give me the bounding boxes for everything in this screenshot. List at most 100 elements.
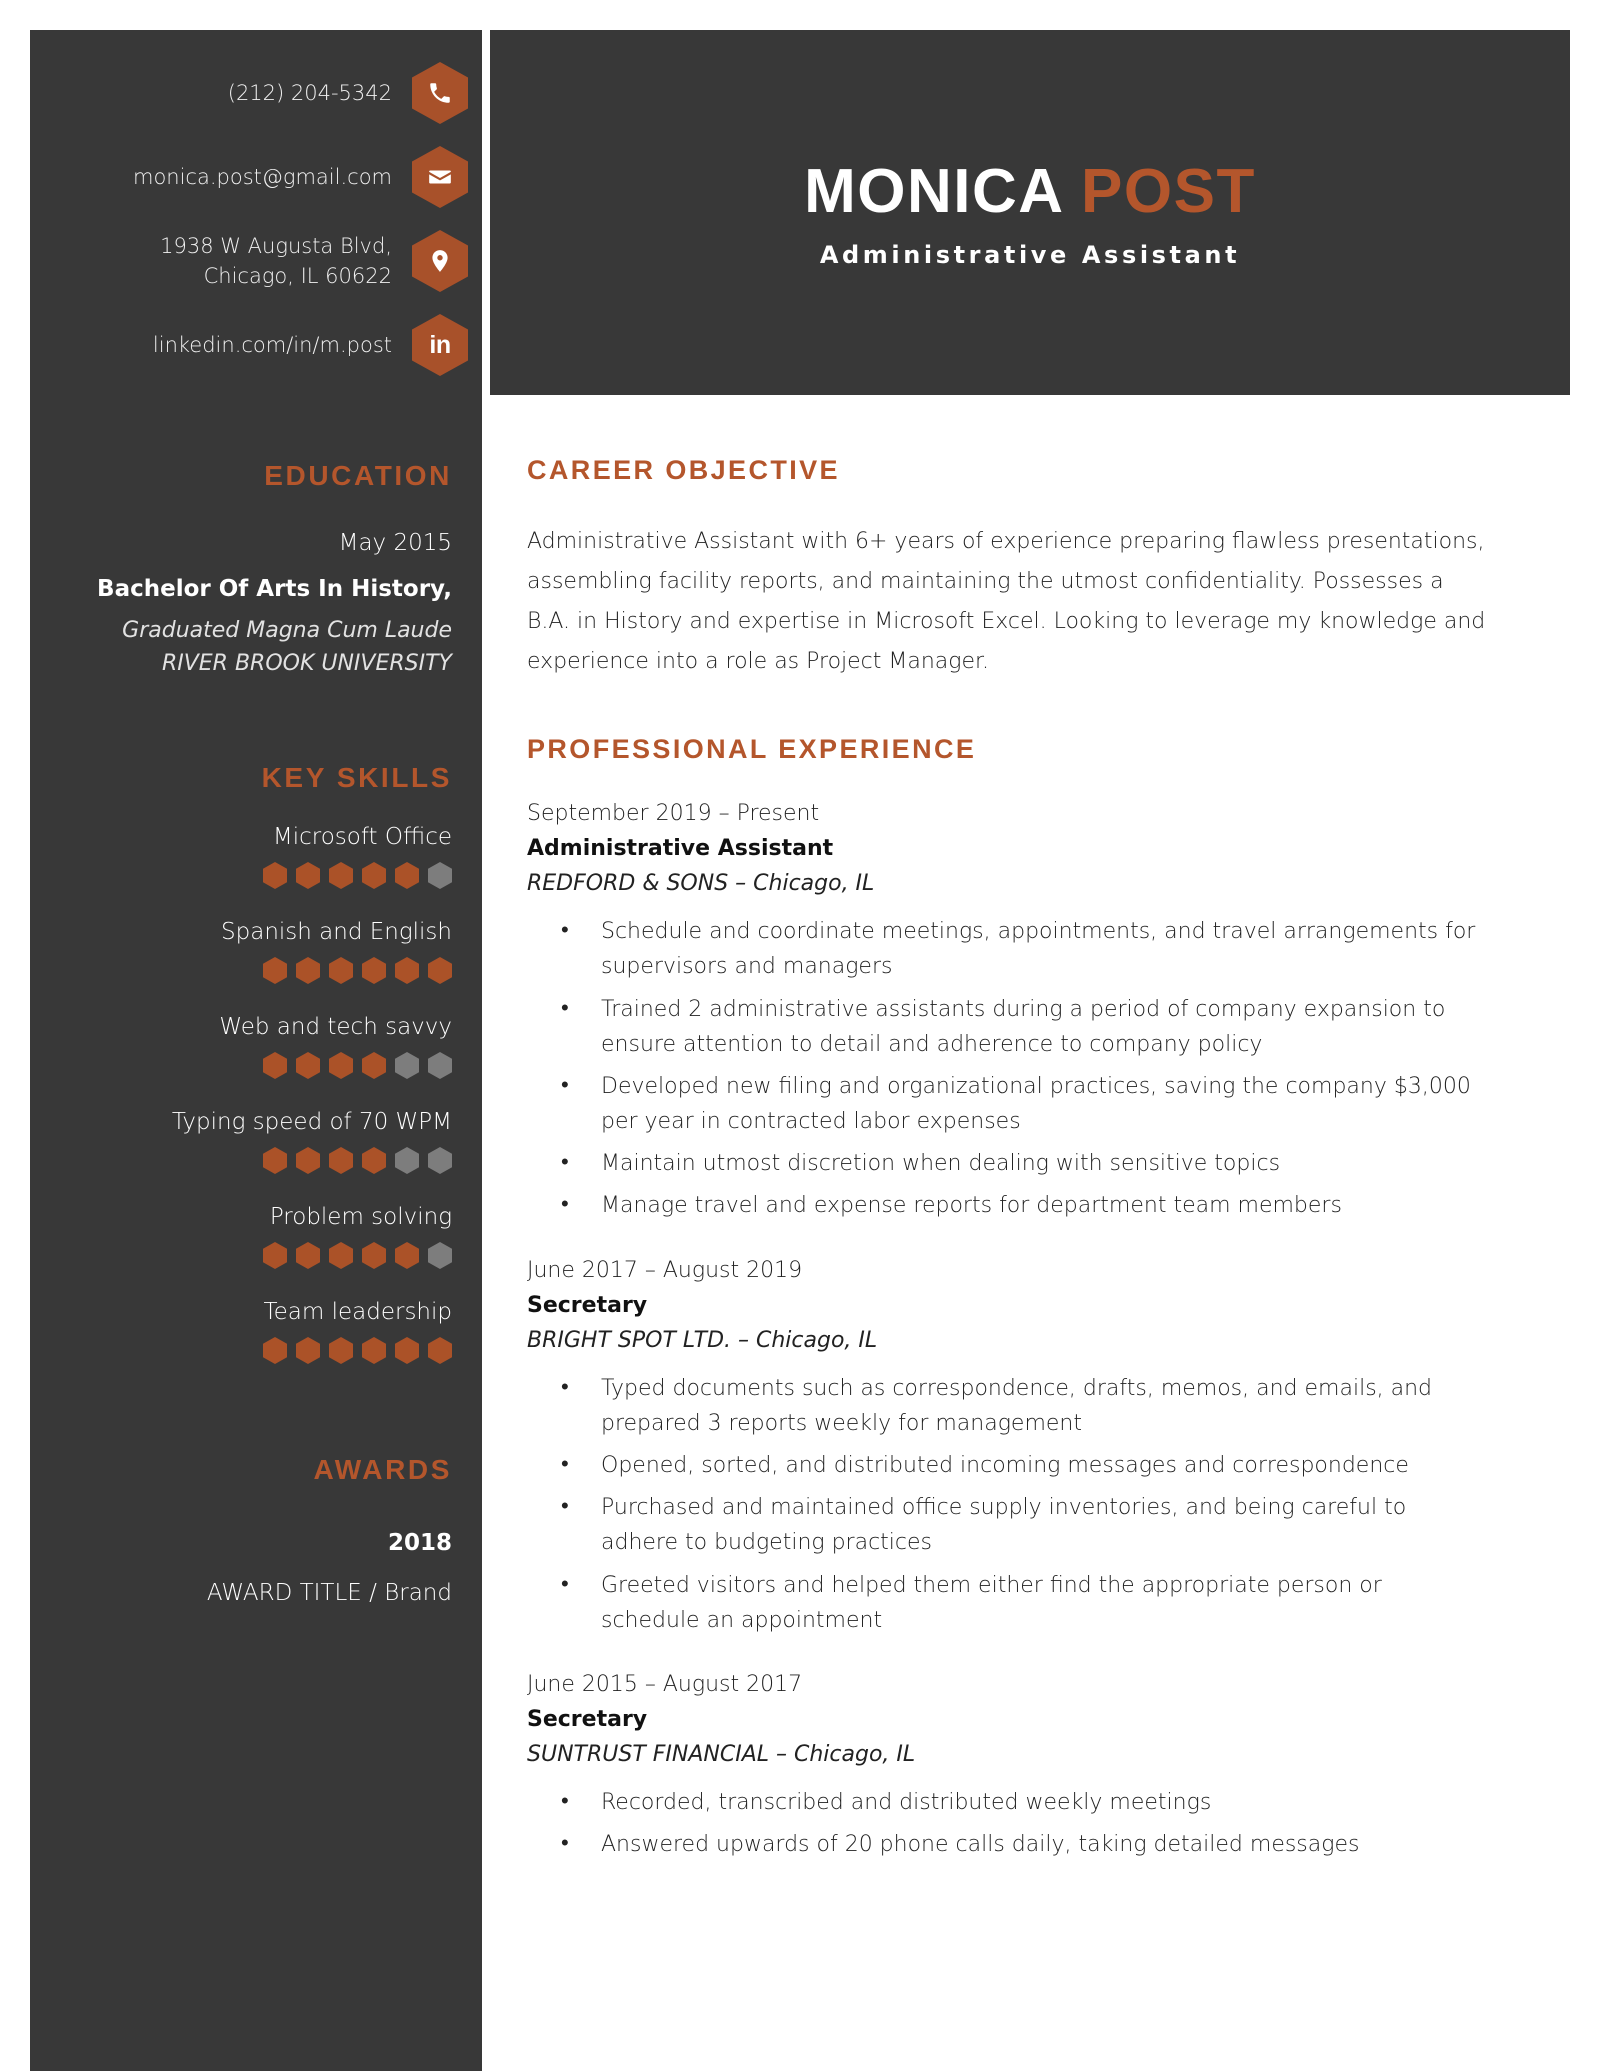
job-role: Administrative Assistant bbox=[527, 836, 834, 862]
skill-label: Typing speed of 70 WPM bbox=[171, 1109, 452, 1135]
address-text: 1938 W Augusta Blvd, Chicago, IL 60622 bbox=[160, 231, 412, 292]
phone-text: (212) 204-5342 bbox=[227, 80, 392, 105]
career-objective-heading: CAREER OBJECTIVE bbox=[527, 455, 840, 485]
job-bullet: Developed new filing and organizational … bbox=[561, 1068, 1487, 1139]
job-bullets: Recorded, transcribed and distributed we… bbox=[527, 1784, 1487, 1862]
skill-rating bbox=[30, 862, 482, 889]
skill-label: Spanish and English bbox=[221, 919, 452, 945]
education-body: May 2015 Bachelor Of Arts In History, Gr… bbox=[30, 530, 482, 680]
skill-rating bbox=[30, 1052, 482, 1079]
skill-dot-empty bbox=[428, 1147, 452, 1174]
job-bullet: Recorded, transcribed and distributed we… bbox=[561, 1784, 1487, 1820]
main-content: CAREER OBJECTIVE Administrative Assistan… bbox=[527, 455, 1487, 1896]
header-band: MONICA POST Administrative Assistant bbox=[490, 30, 1570, 395]
skill-dot-empty bbox=[428, 1242, 452, 1269]
job-bullet: Answered upwards of 20 phone calls daily… bbox=[561, 1826, 1487, 1862]
skill-dot-empty bbox=[395, 1147, 419, 1174]
skill-rating bbox=[30, 1242, 482, 1269]
key-skills-list: Microsoft Office Spanish and English Web a… bbox=[30, 824, 482, 1364]
contact-row-email: monica.post@gmail.com bbox=[30, 146, 482, 208]
skill-dot-filled bbox=[329, 1052, 353, 1079]
linkedin-text: linkedin.com/in/m.post bbox=[152, 332, 392, 357]
professional-experience-section: PROFESSIONAL EXPERIENCE September 2019 –… bbox=[527, 734, 1487, 1862]
job-bullet: Manage travel and expense reports for de… bbox=[561, 1187, 1487, 1223]
skill-item: Team leadership bbox=[30, 1299, 482, 1364]
awards-heading: AWARDS bbox=[313, 1454, 452, 1485]
skill-dot-filled bbox=[296, 1052, 320, 1079]
job-entry: September 2019 – Present Administrative A… bbox=[527, 801, 1487, 1224]
sidebar: (212) 204-5342 monica.post@gmail.com 193… bbox=[30, 30, 482, 2071]
address-line-2: Chicago, IL 60622 bbox=[203, 264, 392, 288]
skill-dot-filled bbox=[296, 1147, 320, 1174]
skill-rating bbox=[30, 957, 482, 984]
skill-dot-filled bbox=[395, 1337, 419, 1364]
linkedin-icon: in bbox=[412, 314, 468, 376]
professional-experience-heading: PROFESSIONAL EXPERIENCE bbox=[527, 734, 977, 765]
skill-item: Spanish and English bbox=[30, 919, 482, 984]
education-section: EDUCATION May 2015 Bachelor Of Arts In H… bbox=[30, 460, 482, 680]
awards-section: AWARDS 2018 AWARD TITLE / Brand bbox=[30, 1454, 482, 1606]
skill-rating bbox=[30, 1147, 482, 1174]
skill-dot-filled bbox=[263, 862, 287, 889]
skill-dot-filled bbox=[296, 862, 320, 889]
skill-dot-empty bbox=[428, 862, 452, 889]
skill-label: Team leadership bbox=[263, 1299, 453, 1325]
skill-dot-filled bbox=[428, 957, 452, 984]
skill-dot-filled bbox=[329, 1337, 353, 1364]
skill-rating bbox=[30, 1337, 482, 1364]
first-name: MONICA bbox=[804, 157, 1063, 226]
job-bullet: Greeted visitors and helped them either … bbox=[561, 1567, 1487, 1638]
key-skills-heading: KEY SKILLS bbox=[261, 762, 452, 793]
skill-dot-filled bbox=[263, 1242, 287, 1269]
skill-dot-filled bbox=[428, 1337, 452, 1364]
job-role: Secretary bbox=[527, 1706, 648, 1732]
skill-dot-filled bbox=[362, 1337, 386, 1364]
job-entry: June 2015 – August 2017 Secretary SUNTRUST… bbox=[527, 1672, 1487, 1862]
skill-label: Web and tech savvy bbox=[219, 1014, 452, 1040]
job-bullet: Trained 2 administrative assistants duri… bbox=[561, 990, 1487, 1062]
education-date: May 2015 bbox=[338, 530, 452, 556]
education-degree: Bachelor Of Arts In History, bbox=[97, 576, 452, 602]
career-objective-text: Administrative Assistant with 6+ years o… bbox=[527, 529, 1486, 675]
skill-dot-filled bbox=[296, 1337, 320, 1364]
skill-dot-filled bbox=[263, 1337, 287, 1364]
skill-dot-filled bbox=[329, 1242, 353, 1269]
job-company: SUNTRUST FINANCIAL – Chicago, IL bbox=[527, 1741, 916, 1767]
skill-dot-filled bbox=[329, 1147, 353, 1174]
job-company: REDFORD & SONS – Chicago, IL bbox=[527, 871, 875, 897]
job-bullet: Opened, sorted, and distributed incoming… bbox=[561, 1447, 1487, 1483]
job-entry: June 2017 – August 2019 Secretary BRIGHT S… bbox=[527, 1258, 1487, 1638]
linkedin-glyph: in bbox=[429, 330, 451, 359]
skill-item: Problem solving bbox=[30, 1204, 482, 1269]
full-name: MONICA POST bbox=[804, 156, 1256, 227]
skill-dot-filled bbox=[329, 957, 353, 984]
contact-row-phone: (212) 204-5342 bbox=[30, 62, 482, 124]
job-bullet: Schedule and coordinate meetings, appoin… bbox=[561, 913, 1487, 984]
job-dates: June 2015 – August 2017 bbox=[527, 1671, 803, 1697]
education-school: RIVER BROOK UNIVERSITY bbox=[161, 651, 452, 676]
job-dates: June 2017 – August 2019 bbox=[527, 1257, 803, 1283]
header-job-title: Administrative Assistant bbox=[819, 241, 1241, 269]
contact-row-linkedin: linkedin.com/in/m.post in bbox=[30, 314, 482, 376]
contact-row-address: 1938 W Augusta Blvd, Chicago, IL 60622 bbox=[30, 230, 482, 292]
address-line-1: 1938 W Augusta Blvd, bbox=[160, 233, 392, 258]
job-role: Secretary bbox=[527, 1292, 648, 1318]
education-heading: EDUCATION bbox=[264, 460, 452, 491]
skill-dot-filled bbox=[329, 862, 353, 889]
key-skills-section: KEY SKILLS Microsoft Office Spanish and E… bbox=[30, 762, 482, 1364]
envelope-icon bbox=[412, 146, 468, 208]
skill-dot-filled bbox=[263, 957, 287, 984]
job-company: BRIGHT SPOT LTD. – Chicago, IL bbox=[527, 1327, 878, 1353]
awards-body: 2018 AWARD TITLE / Brand bbox=[30, 1530, 482, 1606]
skill-item: Web and tech savvy bbox=[30, 1014, 482, 1079]
skill-dot-empty bbox=[428, 1052, 452, 1079]
job-dates: September 2019 – Present bbox=[527, 801, 820, 827]
skill-dot-filled bbox=[362, 957, 386, 984]
job-bullet: Maintain utmost discretion when dealing … bbox=[561, 1145, 1487, 1181]
job-bullets: Typed documents such as correspondence, … bbox=[527, 1370, 1487, 1638]
email-text: monica.post@gmail.com bbox=[132, 164, 392, 189]
skill-dot-filled bbox=[395, 957, 419, 984]
last-name: POST bbox=[1081, 157, 1256, 226]
skill-dot-filled bbox=[263, 1052, 287, 1079]
job-bullet: Typed documents such as correspondence, … bbox=[561, 1370, 1487, 1441]
